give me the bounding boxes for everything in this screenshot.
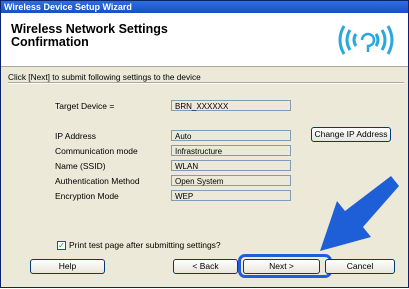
wizard-window: Wireless Device Setup Wizard Wireless Ne… <box>0 0 409 288</box>
cancel-button[interactable]: Cancel <box>325 259 395 274</box>
help-button[interactable]: Help <box>30 259 105 274</box>
back-button[interactable]: < Back <box>173 259 238 274</box>
next-button[interactable]: Next > <box>243 259 320 274</box>
pointer-arrow-icon <box>320 176 399 251</box>
